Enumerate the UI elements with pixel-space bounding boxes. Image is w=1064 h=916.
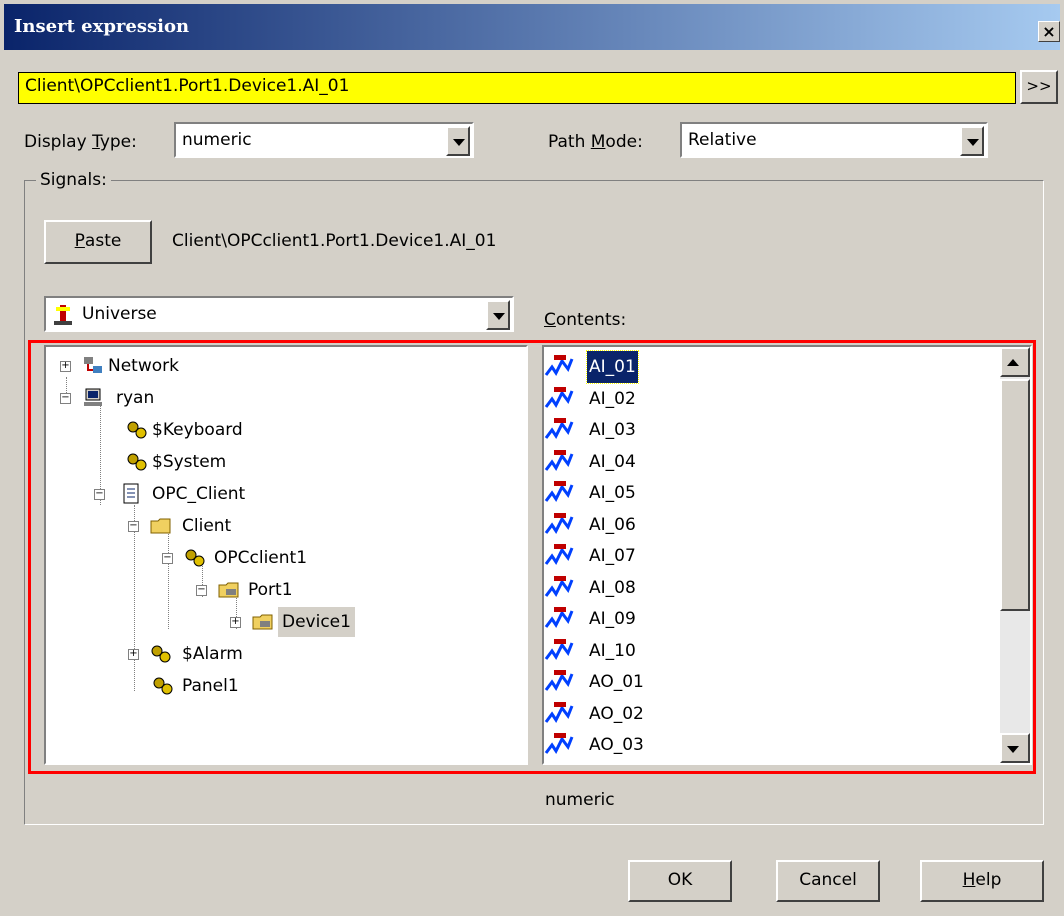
chevron-down-icon[interactable]: [446, 126, 470, 156]
scroll-down-button[interactable]: [1000, 733, 1030, 763]
list-item[interactable]: AO_01: [544, 666, 994, 698]
display-type-select[interactable]: numeric: [174, 122, 474, 158]
current-signal-path: Client\OPCclient1.Port1.Device1.AI_01: [172, 231, 497, 251]
list-item[interactable]: AI_07: [544, 540, 994, 572]
folder-icon: [150, 518, 171, 534]
title-bar: Insert expression ×: [4, 4, 1060, 50]
computer-icon: [84, 388, 102, 406]
signal-icon: [544, 481, 574, 502]
universe-select[interactable]: Universe: [44, 296, 514, 332]
expression-field[interactable]: Client\OPCclient1.Port1.Device1.AI_01: [18, 72, 1016, 104]
signal-icon: [544, 701, 574, 723]
gears-icon: [151, 645, 171, 663]
collapse-icon[interactable]: −: [128, 521, 139, 532]
close-button[interactable]: ×: [1038, 21, 1060, 42]
path-mode-select[interactable]: Relative: [680, 122, 988, 158]
signal-icon: [544, 607, 574, 628]
signals-group-label: Signals:: [36, 170, 111, 190]
list-item[interactable]: AI_08: [544, 572, 994, 604]
gears-icon: [127, 453, 147, 471]
expand-expression-button[interactable]: >>: [1020, 70, 1058, 104]
signal-icon: [544, 355, 574, 376]
expand-icon[interactable]: +: [128, 649, 139, 660]
signal-icon: [544, 449, 574, 471]
gears-icon: [153, 677, 173, 695]
list-item[interactable]: AI_09: [544, 603, 994, 635]
scrollbar-thumb[interactable]: [1000, 379, 1030, 611]
cancel-button[interactable]: Cancel: [776, 860, 880, 902]
insert-expression-dialog: Insert expression × Client\OPCclient1.Po…: [0, 0, 1064, 916]
path-mode-label: Path Mode:: [548, 132, 643, 152]
list-item-label: AI_08: [589, 577, 636, 598]
list-item-label: AI_06: [589, 514, 636, 535]
list-item[interactable]: AI_04: [544, 446, 994, 478]
tree-line: [168, 529, 169, 629]
list-item-label: AI_02: [589, 388, 636, 409]
list-item[interactable]: AI_10: [544, 635, 994, 667]
list-item-label: AO_02: [589, 703, 644, 724]
list-item[interactable]: AI_03: [544, 414, 994, 446]
list-item[interactable]: AI_05: [544, 477, 994, 509]
scroll-up-button[interactable]: [1000, 347, 1030, 377]
contents-list[interactable]: AI_01 AI_02 AI_03 AI_04 AI_05 AI_06 AI_07 AI_08…: [542, 345, 1032, 765]
ok-button[interactable]: OK: [628, 860, 732, 902]
signal-type-status: numeric: [545, 790, 615, 810]
chevron-down-icon[interactable]: [486, 300, 510, 330]
network-icon: [84, 357, 102, 373]
collapse-icon[interactable]: −: [60, 393, 71, 404]
expand-icon[interactable]: +: [60, 361, 71, 372]
collapse-icon[interactable]: −: [162, 553, 173, 564]
list-item-label: AI_07: [589, 546, 636, 566]
help-button[interactable]: Help: [920, 860, 1044, 902]
contents-label: Contents:: [544, 310, 627, 330]
collapse-icon[interactable]: −: [196, 585, 207, 596]
signal-icon: [544, 512, 574, 534]
paste-button[interactable]: Paste: [44, 220, 152, 264]
list-item-label: AI_10: [589, 640, 636, 661]
display-type-label: Display Type:: [24, 132, 137, 152]
signal-icon: [544, 733, 574, 754]
path-mode-value: Relative: [688, 130, 757, 150]
signal-icon: [544, 544, 574, 565]
universe-value: Universe: [82, 304, 157, 324]
document-icon: [123, 483, 139, 504]
list-item[interactable]: AI_06: [544, 509, 994, 541]
gears-icon: [185, 549, 205, 567]
list-item-label: AI_01: [586, 350, 639, 384]
signal-icon: [544, 418, 574, 439]
port-folder-icon: [218, 582, 239, 598]
list-item-label: AI_09: [589, 609, 636, 629]
signal-tree[interactable]: + Network − ryan $Keyboard $System − OPC…: [44, 345, 528, 765]
list-item-label: AI_04: [589, 451, 636, 472]
list-item[interactable]: AI_01: [544, 350, 994, 384]
list-item[interactable]: AO_02: [544, 698, 994, 730]
signal-icon: [544, 638, 574, 660]
list-item-label: AO_01: [589, 672, 644, 692]
list-item-label: AI_03: [589, 420, 636, 440]
expand-icon[interactable]: +: [230, 617, 241, 628]
list-item-label: AO_03: [589, 735, 644, 755]
dialog-title: Insert expression: [14, 16, 190, 37]
gears-icon: [127, 421, 147, 439]
signal-icon: [544, 670, 574, 691]
signal-icon: [544, 575, 574, 597]
list-item[interactable]: AI_02: [544, 383, 994, 415]
vertical-scrollbar[interactable]: [1000, 347, 1030, 763]
device-folder-icon: [252, 614, 273, 630]
signal-icon: [544, 386, 574, 408]
collapse-icon[interactable]: −: [94, 489, 105, 500]
list-item-label: AI_05: [589, 483, 636, 503]
tree-line: [134, 505, 135, 691]
display-type-value: numeric: [182, 130, 252, 150]
chevron-down-icon[interactable]: [960, 126, 984, 156]
list-item[interactable]: AO_03: [544, 729, 994, 761]
universe-icon: [54, 305, 72, 325]
